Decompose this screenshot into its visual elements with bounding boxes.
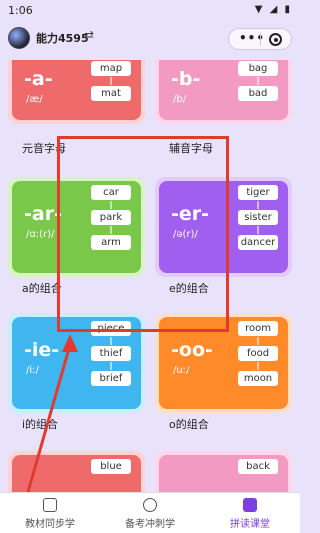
capsule-divider bbox=[260, 33, 261, 46]
word-chip[interactable]: back bbox=[238, 459, 278, 474]
word-chip[interactable]: arm bbox=[91, 235, 131, 250]
word-chip[interactable]: sister bbox=[238, 210, 278, 234]
word-list: tiger sister dancer bbox=[238, 185, 278, 260]
word-chip[interactable]: moon bbox=[238, 371, 278, 386]
card-caption: o的组合 bbox=[169, 418, 209, 431]
status-time: 1:06 bbox=[8, 4, 33, 17]
card-ie-inner: -ie- /iː/ piece thief brief bbox=[12, 317, 141, 409]
card-a[interactable]: -a- /æ/ bug map mat bbox=[8, 60, 145, 124]
card-ie[interactable]: -ie- /iː/ piece thief brief bbox=[8, 313, 145, 413]
card-oo[interactable]: -oo- /uː/ room food moon bbox=[155, 313, 292, 413]
nav-label: 教材同步学 bbox=[25, 519, 75, 530]
card-sound: -er- bbox=[171, 203, 210, 225]
username: 能力4595 bbox=[36, 32, 89, 45]
word-chip[interactable]: blue bbox=[91, 459, 131, 474]
target-icon bbox=[143, 498, 157, 512]
card-row4-left-inner: blue bbox=[12, 455, 141, 492]
word-chip[interactable]: tiger bbox=[238, 185, 278, 209]
card-sound: -oo- bbox=[171, 339, 213, 361]
status-icons: ▼ ◢ ▮ bbox=[254, 4, 292, 15]
card-ar-inner: -ar- /ɑː(r)/ car park arm bbox=[12, 181, 141, 273]
status-bar: 1:06 ▼ ◢ ▮ bbox=[0, 0, 300, 20]
card-b-inner: -b- /b/ bed bag bad bbox=[159, 60, 288, 120]
word-chip[interactable]: food bbox=[238, 346, 278, 370]
card-oo-inner: -oo- /uː/ room food moon bbox=[159, 317, 288, 409]
card-ar[interactable]: -ar- /ɑː(r)/ car park arm bbox=[8, 177, 145, 277]
book-icon bbox=[43, 498, 57, 512]
card-caption: e的组合 bbox=[169, 282, 209, 295]
switch-icon[interactable]: ⇄ bbox=[84, 28, 94, 42]
word-chip[interactable]: bad bbox=[238, 86, 278, 101]
card-sound: -b- bbox=[171, 68, 201, 90]
word-list: blue bbox=[91, 459, 131, 484]
word-list: bed bag bad bbox=[238, 60, 278, 111]
word-chip[interactable]: car bbox=[91, 185, 131, 209]
nav-item-phonics[interactable]: 拼读课堂 bbox=[200, 498, 300, 530]
card-caption: i的组合 bbox=[22, 418, 59, 431]
card-ipa: /ɑː(r)/ bbox=[26, 229, 55, 240]
word-list: bug map mat bbox=[91, 60, 131, 111]
word-chip[interactable]: thief bbox=[91, 346, 131, 370]
word-chip[interactable]: map bbox=[91, 61, 131, 85]
more-icon[interactable]: ••• bbox=[239, 31, 265, 45]
card-sound: -ar- bbox=[24, 203, 62, 225]
word-chip[interactable]: park bbox=[91, 210, 131, 234]
nav-label: 备考冲刺学 bbox=[125, 519, 175, 530]
miniapp-capsule: ••• bbox=[228, 28, 292, 50]
card-sound: -ie- bbox=[24, 339, 60, 361]
word-chip[interactable]: piece bbox=[91, 321, 131, 345]
card-row4-left[interactable]: blue bbox=[8, 451, 145, 492]
card-caption: 元音字母 bbox=[22, 142, 66, 155]
classroom-icon bbox=[243, 498, 257, 512]
card-er-inner: -er- /ə(r)/ tiger sister dancer bbox=[159, 181, 288, 273]
card-b[interactable]: -b- /b/ bed bag bad bbox=[155, 60, 292, 124]
nav-label: 拼读课堂 bbox=[230, 519, 270, 530]
word-list: back bbox=[238, 459, 278, 484]
word-chip[interactable]: bag bbox=[238, 61, 278, 85]
nav-item-exam[interactable]: 备考冲刺学 bbox=[100, 498, 200, 530]
close-target-icon[interactable] bbox=[269, 33, 282, 46]
word-chip[interactable]: room bbox=[238, 321, 278, 345]
word-chip[interactable]: dancer bbox=[238, 235, 278, 250]
card-caption: 辅音字母 bbox=[169, 142, 213, 155]
content-area[interactable]: -a- /æ/ bug map mat 元音字母 -b- /b/ bed bag… bbox=[0, 60, 300, 492]
nav-item-textbook[interactable]: 教材同步学 bbox=[0, 498, 100, 530]
card-ipa: /ə(r)/ bbox=[173, 229, 198, 240]
card-row4-right[interactable]: back bbox=[155, 451, 292, 492]
word-list: car park arm bbox=[91, 185, 131, 260]
word-chip[interactable]: brief bbox=[91, 371, 131, 386]
word-list: piece thief brief bbox=[91, 321, 131, 396]
bottom-nav: 教材同步学 备考冲刺学 拼读课堂 bbox=[0, 492, 300, 533]
word-chip[interactable]: mat bbox=[91, 86, 131, 101]
card-ipa: /æ/ bbox=[26, 94, 43, 105]
card-ipa: /iː/ bbox=[26, 365, 39, 376]
word-list: room food moon bbox=[238, 321, 278, 396]
card-sound: -a- bbox=[24, 68, 53, 90]
card-ipa: /b/ bbox=[173, 94, 187, 105]
card-caption: a的组合 bbox=[22, 282, 62, 295]
card-a-inner: -a- /æ/ bug map mat bbox=[12, 60, 141, 120]
card-er[interactable]: -er- /ə(r)/ tiger sister dancer bbox=[155, 177, 292, 277]
card-row4-right-inner: back bbox=[159, 455, 288, 492]
avatar[interactable] bbox=[8, 27, 30, 49]
card-ipa: /uː/ bbox=[173, 365, 190, 376]
app-header: 能力4595 ⇄ ••• bbox=[0, 20, 300, 60]
